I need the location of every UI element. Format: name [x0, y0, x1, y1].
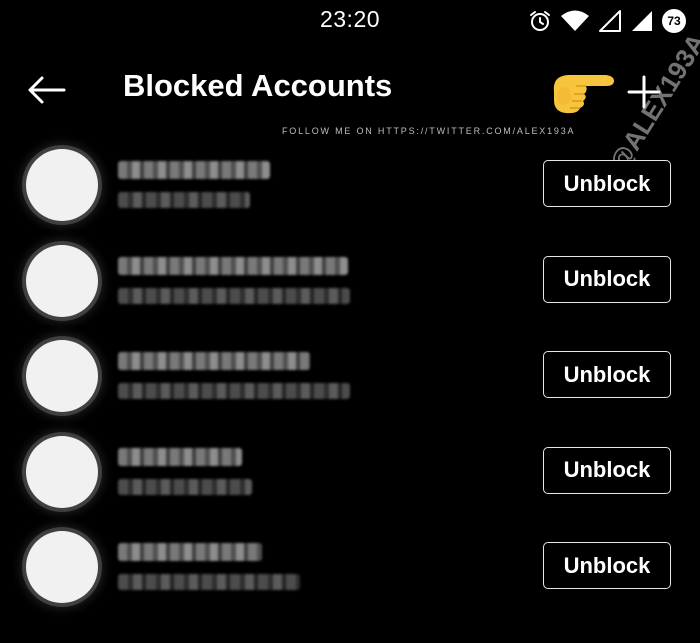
status-bar: 23:20 73: [0, 0, 700, 44]
account-username[interactable]: [118, 161, 270, 179]
avatar[interactable]: [26, 340, 98, 412]
app-header: Blocked Accounts: [0, 50, 700, 130]
unblock-button[interactable]: Unblock: [543, 351, 671, 398]
blocked-accounts-list: Unblock Unblock Unblock Unblock Unblock: [0, 137, 700, 615]
list-item: Unblock: [0, 137, 700, 233]
avatar[interactable]: [26, 244, 98, 317]
pointing-hand-icon: [548, 68, 618, 116]
account-fullname: [118, 287, 350, 304]
alarm-icon: [528, 9, 552, 33]
list-item: Unblock: [0, 519, 700, 615]
account-fullname: [118, 192, 250, 208]
signal-icon: [630, 9, 654, 33]
unblock-button[interactable]: Unblock: [543, 542, 671, 589]
account-username[interactable]: [118, 543, 262, 561]
arrow-left-icon: [28, 76, 66, 104]
account-fullname: [118, 574, 300, 590]
page-title: Blocked Accounts: [123, 68, 393, 103]
unblock-button[interactable]: Unblock: [543, 160, 671, 207]
battery-icon: 73: [662, 9, 686, 33]
account-fullname: [118, 478, 252, 495]
status-icons: 73: [528, 7, 686, 35]
list-item: Unblock: [0, 328, 700, 424]
watermark-follow-text: FOLLOW ME ON HTTPS://TWITTER.COM/ALEX193…: [282, 126, 576, 136]
account-username[interactable]: [118, 352, 310, 370]
list-item: Unblock: [0, 233, 700, 329]
list-item: Unblock: [0, 424, 700, 520]
signal-outline-icon: [598, 9, 622, 33]
account-fullname: [118, 383, 350, 399]
battery-level: 73: [667, 14, 681, 28]
wifi-icon: [560, 9, 590, 33]
unblock-button[interactable]: Unblock: [543, 446, 671, 494]
unblock-button[interactable]: Unblock: [543, 255, 671, 303]
avatar[interactable]: [26, 149, 98, 221]
back-button[interactable]: [22, 68, 70, 112]
account-username[interactable]: [118, 256, 348, 275]
account-username[interactable]: [118, 447, 242, 466]
avatar[interactable]: [26, 531, 98, 603]
avatar[interactable]: [26, 435, 98, 508]
